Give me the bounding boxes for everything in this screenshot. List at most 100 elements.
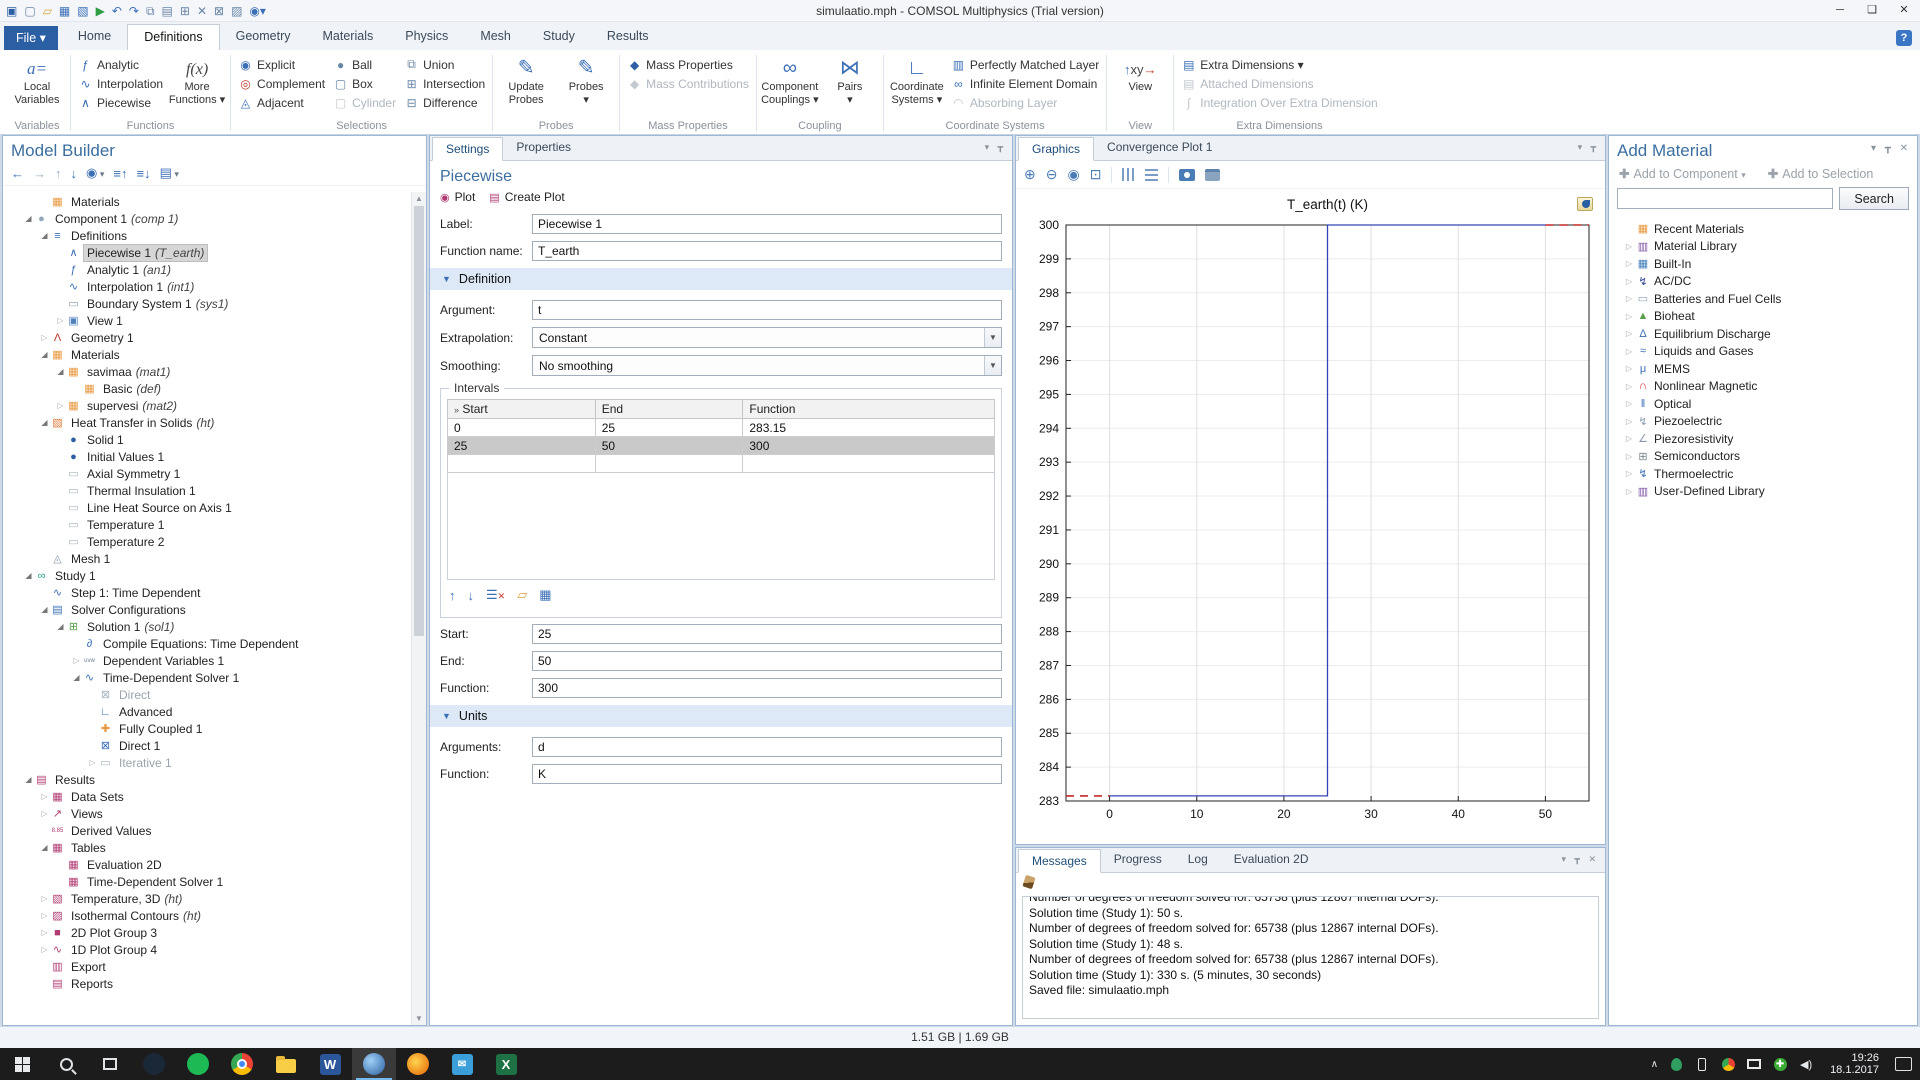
add-to-component-button[interactable]: ✚Add to Component ▾ [1619,166,1746,181]
undo-icon[interactable]: ↶ [112,4,122,18]
tab-study[interactable]: Study [527,24,591,50]
forward-icon[interactable]: → [33,166,46,181]
save-as-icon[interactable]: ▧ [77,4,88,18]
taskbar-app-app-dark[interactable] [132,1048,176,1080]
snapshot-icon[interactable] [1179,169,1195,181]
collapsed-arrow-icon[interactable]: ▷ [1623,259,1635,268]
collapsed-arrow-icon[interactable]: ▷ [1623,417,1635,426]
redo-icon[interactable]: ↷ [129,4,139,18]
tree-item-time-dependent-solver-1[interactable]: ◢∿Time-Dependent Solver 1 [3,669,411,686]
tree-item-view-1[interactable]: ▷▣View 1 [3,312,411,329]
collapsed-arrow-icon[interactable]: ▷ [1623,434,1635,443]
panel-menu-icons[interactable]: ▾ ┳ ✕ [1871,143,1911,154]
tray-update-green-icon[interactable]: ✚ [1772,1056,1788,1072]
ribbon-button-attached-dimensions[interactable]: ▤Attached Dimensions [1178,74,1380,93]
ribbon-button-probes-[interactable]: ✎Probes ▾ [557,52,615,106]
material-item-ac-dc[interactable]: ▷↯AC/DC [1609,273,1917,291]
clear-selection-icon[interactable]: ▨ [231,4,242,18]
tree-item-line-heat-source-on-axis-1[interactable]: ▭Line Heat Source on Axis 1 [3,499,411,516]
function-name-field[interactable]: T_earth [532,241,1002,261]
tree-item-views[interactable]: ▷↗Views [3,805,411,822]
notification-center-icon[interactable] [1895,1057,1912,1071]
material-item-batteries-and-fuel-cells[interactable]: ▷▭Batteries and Fuel Cells [1609,290,1917,308]
taskbar-app-excel[interactable]: X [484,1048,528,1080]
material-item-bioheat[interactable]: ▷▲Bioheat [1609,308,1917,326]
comsol-app-icon[interactable]: ▣ [6,4,17,18]
tree-item-boundary-system-1[interactable]: ▭Boundary System 1(sys1) [3,295,411,312]
tray-usb-icon[interactable] [1694,1056,1710,1072]
tree-item-export[interactable]: ▥Export [3,958,411,975]
move-down-icon[interactable]: ↓ [468,588,475,603]
delete-row-icon[interactable]: ☰✕ [486,587,505,603]
collapsed-arrow-icon[interactable]: ▷ [1623,312,1635,321]
panel-menu-icons[interactable]: ▾ ┳ [985,142,1006,153]
tree-item-temperature-3d[interactable]: ▷▧Temperature, 3D(ht) [3,890,411,907]
tab-definitions[interactable]: Definitions [127,24,219,50]
tree-item-initial-values-1[interactable]: ●Initial Values 1 [3,448,411,465]
tree-item-derived-values[interactable]: 8.85Derived Values [3,822,411,839]
tray-display-icon[interactable] [1746,1056,1762,1072]
ribbon-button-component-couplings-[interactable]: ∞Component Couplings ▾ [761,52,819,106]
select-box-icon[interactable]: ⊠ [214,4,224,18]
collapsed-arrow-icon[interactable]: ▷ [1623,364,1635,373]
tab-log[interactable]: Log [1175,848,1221,872]
tree-item-savimaa[interactable]: ◢▦savimaa(mat1) [3,363,411,380]
taskbar-app-file-explorer[interactable] [264,1048,308,1080]
ribbon-button-union[interactable]: ⧉Union [401,55,488,74]
button-plot[interactable]: ◉Plot [440,190,475,204]
delete-icon[interactable]: ✕ [197,4,207,18]
file-menu-button[interactable]: File ▾ [4,26,58,50]
material-search-input[interactable] [1617,188,1833,209]
tree-item-materials[interactable]: ◢▦Materials [3,346,411,363]
collapsed-arrow-icon[interactable]: ▷ [39,945,50,954]
end-field[interactable]: 50 [532,651,1002,671]
maximize-button[interactable]: ❑ [1856,0,1888,21]
taskbar-app-start[interactable] [0,1048,44,1080]
tree-item-compile-equations-time-dependent[interactable]: ∂Compile Equations: Time Dependent [3,635,411,652]
ribbon-button-extra-dimensions-[interactable]: ▤Extra Dimensions ▾ [1178,55,1380,74]
collapsed-arrow-icon[interactable]: ▷ [1623,469,1635,478]
collapsed-arrow-icon[interactable]: ▷ [1623,329,1635,338]
expanded-arrow-icon[interactable]: ◢ [23,571,34,580]
image-export-icon[interactable] [1577,197,1593,211]
tree-item-time-dependent-solver-1[interactable]: ▦Time-Dependent Solver 1 [3,873,411,890]
argument-field[interactable]: t [532,300,1002,320]
expanded-arrow-icon[interactable]: ◢ [39,231,50,240]
tab-materials[interactable]: Materials [307,24,390,50]
tab-properties[interactable]: Properties [503,136,584,160]
ribbon-button-complement[interactable]: ◎Complement [235,74,328,93]
ribbon-button-update-probes[interactable]: ✎Update Probes [497,52,555,106]
messages-log[interactable]: Number of degrees of freedom solved for:… [1022,896,1599,1019]
ribbon-button-infinite-element-domain[interactable]: ∞Infinite Element Domain [948,74,1102,93]
ribbon-button-intersection[interactable]: ⊞Intersection [401,74,488,93]
collapsed-arrow-icon[interactable]: ▷ [87,758,98,767]
zoom-box-icon[interactable]: ◉ [1067,166,1079,183]
tree-item-basic[interactable]: ▦Basic(def) [3,380,411,397]
smoothing-select[interactable]: No smoothing ▼ [532,355,1002,376]
collapsed-arrow-icon[interactable]: ▷ [55,401,66,410]
ribbon-button-explicit[interactable]: ◉Explicit [235,55,328,74]
tree-item-heat-transfer-in-solids[interactable]: ◢▧Heat Transfer in Solids(ht) [3,414,411,431]
tree-item-advanced[interactable]: ∟Advanced [3,703,411,720]
scrollbar-thumb[interactable] [414,206,424,636]
zoom-out-icon[interactable]: ⊖ [1046,166,1058,183]
tree-item-component-1[interactable]: ◢●Component 1(comp 1) [3,210,411,227]
collapsed-arrow-icon[interactable]: ▷ [1623,277,1635,286]
ribbon-button-local-variables[interactable]: a=Local Variables [8,52,66,106]
duplicate-icon[interactable]: ⊞ [180,4,190,18]
tree-item-geometry-1[interactable]: ▷ΛGeometry 1 [3,329,411,346]
intervals-row-2[interactable] [448,455,995,473]
collapsed-arrow-icon[interactable]: ▷ [1623,242,1635,251]
tray-volume-icon[interactable]: ◀) [1798,1056,1814,1072]
tab-evaluation-2d[interactable]: Evaluation 2D [1221,848,1322,872]
scroll-up-icon[interactable]: ▲ [412,194,426,203]
tab-messages[interactable]: Messages [1018,849,1101,873]
function-unit-field[interactable]: K [532,764,1002,784]
tree-item-2d-plot-group-3[interactable]: ▷■2D Plot Group 3 [3,924,411,941]
tree-item-solver-configurations[interactable]: ◢▤Solver Configurations [3,601,411,618]
tree-item-supervesi[interactable]: ▷▦supervesi(mat2) [3,397,411,414]
tree-item-materials[interactable]: ▦Materials [3,193,411,210]
tab-home[interactable]: Home [62,24,127,50]
move-down-icon[interactable]: ↓ [71,166,78,181]
ribbon-button-analytic[interactable]: ƒAnalytic [75,55,166,74]
